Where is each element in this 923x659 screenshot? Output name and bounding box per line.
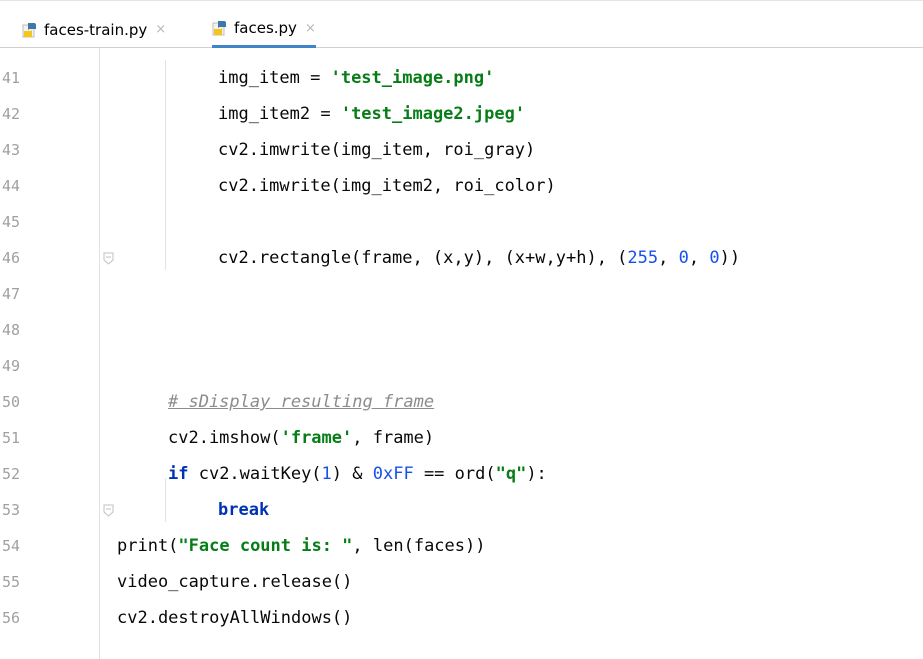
keyword: break: [218, 500, 270, 520]
code-line-52[interactable]: if cv2.waitKey(1) & 0xFF == ord("q"):: [168, 464, 547, 484]
code-line-55[interactable]: video_capture.release(): [117, 572, 352, 592]
code-text: cv2.imshow(: [168, 428, 281, 448]
line-number: 56: [2, 609, 21, 627]
code-text: , len(faces)): [352, 536, 486, 556]
line-number: 52: [2, 465, 21, 483]
string-literal: 'frame': [280, 428, 353, 448]
line-number: 49: [2, 357, 21, 375]
code-text: cv2.imwrite(img_item2, roi_color): [218, 176, 556, 196]
code-line-44[interactable]: cv2.imwrite(img_item2, roi_color): [218, 176, 556, 196]
string-literal: 'test_image.png': [330, 68, 495, 88]
editor-tab-bar: faces-train.py × faces.py ×: [0, 0, 923, 48]
close-icon[interactable]: ×: [305, 21, 316, 36]
indent-guide: [165, 478, 166, 522]
line-number: 54: [2, 537, 21, 555]
string-literal: "q": [495, 464, 527, 484]
indent-guide: [165, 60, 166, 270]
python-file-icon: [212, 21, 226, 36]
line-number: 47: [2, 285, 21, 303]
string-literal: "Face count is: ": [178, 536, 353, 556]
line-number: 53: [2, 501, 21, 519]
code-text: ,: [658, 248, 679, 268]
number-literal: 1: [321, 464, 332, 484]
keyword: if: [168, 464, 189, 484]
line-number: 50: [2, 393, 21, 411]
code-line-46[interactable]: cv2.rectangle(frame, (x,y), (x+w,y+h), (…: [218, 248, 740, 268]
line-number: 42: [2, 105, 21, 123]
line-number: 46: [2, 249, 21, 267]
tab-label: faces.py: [234, 19, 297, 37]
tab-faces[interactable]: faces.py ×: [212, 11, 316, 48]
fold-marker-icon[interactable]: [103, 504, 114, 517]
number-literal: 0xFF: [372, 464, 414, 484]
tab-label: faces-train.py: [44, 20, 148, 39]
code-line-41[interactable]: img_item = 'test_image.png': [218, 68, 494, 88]
line-number: 41: [2, 69, 21, 87]
code-text: cv2.imwrite(img_item, roi_gray): [218, 140, 536, 160]
code-line-42[interactable]: img_item2 = 'test_image2.jpeg': [218, 104, 525, 124]
code-text: ):: [526, 464, 547, 484]
code-text: )): [719, 248, 741, 268]
code-text: == ord(: [413, 464, 496, 484]
editor-window: faces-train.py × faces.py × 41 42 43 44 …: [0, 0, 923, 659]
number-literal: 0: [709, 248, 720, 268]
gutter-divider: [99, 48, 100, 659]
code-text: img_item2 =: [218, 104, 341, 124]
line-number: 55: [2, 573, 21, 591]
line-number: 51: [2, 429, 21, 447]
code-line-51[interactable]: cv2.imshow('frame', frame): [168, 428, 434, 448]
number-literal: 255: [627, 248, 659, 268]
code-line-43[interactable]: cv2.imwrite(img_item, roi_gray): [218, 140, 535, 160]
code-line-53[interactable]: break: [218, 500, 269, 520]
string-literal: 'test_image2.jpeg': [340, 104, 526, 124]
line-number: 44: [2, 177, 21, 195]
code-text: video_capture.release(): [117, 572, 353, 592]
line-number: 45: [2, 213, 21, 231]
tab-faces-train[interactable]: faces-train.py ×: [22, 11, 166, 48]
code-line-54[interactable]: print("Face count is: ", len(faces)): [117, 536, 485, 556]
fold-marker-icon[interactable]: [103, 252, 114, 265]
code-text: , frame): [352, 428, 435, 448]
code-text: ) &: [331, 464, 373, 484]
line-number: 48: [2, 321, 21, 339]
close-icon[interactable]: ×: [155, 22, 166, 37]
code-text: ,: [688, 248, 710, 268]
code-line-50[interactable]: # sDisplay resulting frame: [168, 392, 434, 412]
comment: # sDisplay resulting frame: [168, 392, 435, 412]
number-literal: 0: [678, 248, 689, 268]
code-text: print(: [117, 536, 179, 556]
code-text: cv2.waitKey(: [188, 464, 322, 484]
code-line-56[interactable]: cv2.destroyAllWindows(): [117, 608, 352, 628]
line-number: 43: [2, 141, 21, 159]
code-text: img_item =: [218, 68, 331, 88]
code-text: cv2.destroyAllWindows(): [117, 608, 353, 628]
code-text: cv2.rectangle(frame, (x,y), (x+w,y+h), (: [218, 248, 628, 268]
python-file-icon: [22, 22, 36, 37]
